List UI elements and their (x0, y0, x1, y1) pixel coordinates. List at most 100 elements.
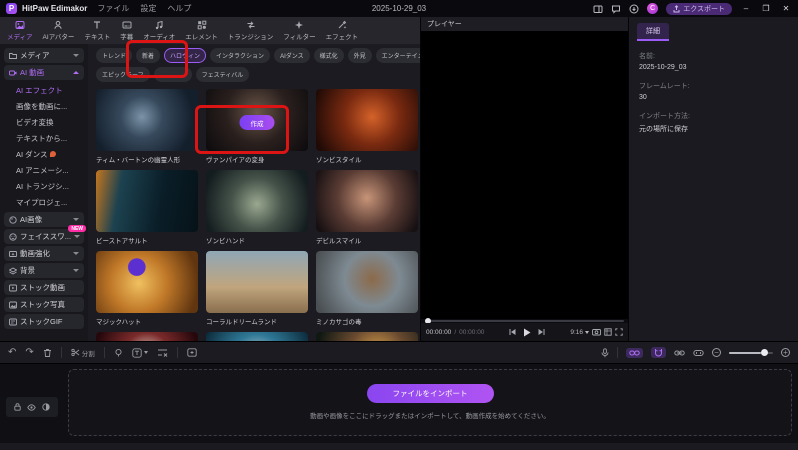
snapshot-icon[interactable] (592, 328, 601, 336)
effect-card-lionfish-poison[interactable]: ミノカサゴの毒 (316, 251, 418, 326)
marker-button[interactable] (114, 348, 123, 357)
effect-card-beast-assault[interactable]: ビーストアサルト (96, 170, 198, 245)
sidebar-item-ai-transition[interactable]: AI トランジシ... (0, 178, 88, 194)
chip-stylize[interactable]: 様式化 (313, 48, 344, 63)
effect-card-magic-hat[interactable]: マジックハット (96, 251, 198, 326)
chip-new[interactable]: 新着 (136, 48, 161, 63)
layout-icon[interactable] (593, 4, 603, 14)
link-clips-button[interactable] (626, 347, 643, 358)
close-button[interactable]: ✕ (780, 4, 792, 13)
effect-card-zombie-style[interactable]: ゾンビスタイル (316, 89, 418, 164)
add-clip-button[interactable] (187, 348, 197, 357)
track-lock-icon[interactable] (14, 403, 21, 411)
import-drop-zone[interactable]: ファイルをインポート 動画や画像をここにドラッグまたはインポートして、動画作成を… (68, 369, 792, 436)
zoom-slider-handle[interactable] (760, 349, 768, 356)
chip-epic-morph[interactable]: エピックモーフ (96, 67, 150, 82)
effect-thumbnail[interactable] (316, 332, 418, 341)
zoom-in-button[interactable]: + (781, 348, 790, 357)
sidebar-item-ai-animation[interactable]: AI アニメーシ... (0, 162, 88, 178)
effect-thumbnail[interactable] (316, 251, 418, 313)
fullscreen-icon[interactable] (615, 328, 623, 336)
effect-card-tim-burton-doll[interactable]: ティム・バートンの幽霊人形 (96, 89, 198, 164)
feedback-icon[interactable] (611, 4, 621, 14)
proportion-icon[interactable] (604, 328, 612, 336)
menu-settings[interactable]: 設定 (140, 3, 156, 14)
effect-card-coral-dreamland[interactable]: コーラルドリームランド (206, 251, 308, 326)
effect-thumbnail[interactable] (96, 332, 198, 341)
split-button[interactable]: 分割 (71, 348, 95, 358)
sidebar-group-media[interactable]: メディア (4, 48, 84, 63)
chip-appearance[interactable]: 外見 (347, 48, 372, 63)
sidebar-group-video-enhance[interactable]: 動画強化 (4, 246, 84, 261)
redo-button[interactable]: ↷ (25, 347, 33, 358)
sidebar-group-stock-photo[interactable]: ストック写真 (4, 297, 84, 312)
player-video-area[interactable] (421, 31, 628, 319)
text-tool-button[interactable] (132, 347, 148, 358)
previous-frame-icon[interactable] (509, 328, 516, 336)
effect-card-vampire[interactable]: 作成 ヴァンパイアの変身 (206, 89, 308, 164)
chip-interaction[interactable]: インタラクション (210, 48, 271, 63)
voiceover-mic-button[interactable] (601, 347, 609, 358)
sidebar-group-background[interactable]: 背景 (4, 263, 84, 278)
track-mute-icon[interactable] (42, 403, 50, 411)
tab-filter[interactable]: フィルター (278, 17, 320, 44)
effect-card-horned-man[interactable] (206, 332, 308, 341)
crop-track-button[interactable] (693, 349, 704, 357)
effect-thumbnail[interactable] (316, 170, 418, 232)
snap-magnet-button[interactable] (651, 347, 666, 358)
tab-subtitle[interactable]: 字幕 (115, 17, 138, 44)
user-avatar[interactable]: C (647, 3, 659, 14)
chip-festival[interactable]: フェスティバル (195, 67, 250, 82)
effect-card-flower-skull[interactable] (316, 332, 418, 341)
sidebar-group-ai-video[interactable]: AI 動画 (4, 65, 84, 80)
sidebar-item-text-to-video[interactable]: テキストから... (0, 130, 88, 146)
chip-obscured[interactable] (153, 67, 192, 82)
effect-thumbnail[interactable] (206, 332, 308, 341)
download-icon[interactable] (629, 4, 639, 14)
sidebar-item-image-to-video[interactable]: 画像を動画に... (0, 98, 88, 114)
auto-ripple-button[interactable] (674, 349, 685, 357)
export-button[interactable]: エクスポート (666, 2, 732, 15)
chip-entertainment[interactable]: エンターテイメント (375, 48, 420, 63)
tab-element[interactable]: エレメント (180, 17, 223, 44)
sidebar-item-video-convert[interactable]: ビデオ変換 (0, 114, 88, 130)
menu-help[interactable]: ヘルプ (167, 3, 191, 14)
delete-button[interactable] (43, 348, 52, 358)
chip-ai-dance[interactable]: AIダンス (274, 48, 310, 63)
import-file-button[interactable]: ファイルをインポート (366, 384, 494, 403)
track-hide-button[interactable] (157, 348, 168, 357)
player-seek-bar[interactable] (425, 318, 624, 324)
sidebar-group-stock-gif[interactable]: ストックGIF (4, 314, 84, 329)
zoom-out-button[interactable]: − (712, 348, 721, 357)
sidebar-item-ai-effect[interactable]: AI エフェクト (0, 82, 88, 98)
sidebar-group-face-swap[interactable]: フェイススワ... NEW (4, 225, 86, 244)
tab-ai-avatar[interactable]: AIアバター (38, 17, 80, 44)
play-icon[interactable] (523, 328, 531, 337)
timeline-horizontal-scrollbar[interactable] (0, 443, 798, 450)
chip-halloween[interactable]: ハロウィン (164, 48, 207, 63)
timeline-zoom-slider[interactable] (729, 349, 773, 356)
next-frame-icon[interactable] (538, 328, 545, 336)
menu-file[interactable]: ファイル (97, 3, 129, 14)
tab-effect[interactable]: エフェクト (321, 17, 364, 44)
minimize-button[interactable]: – (740, 4, 752, 13)
create-button[interactable]: 作成 (239, 115, 275, 130)
chip-trend[interactable]: トレンド (96, 48, 133, 63)
effect-thumbnail[interactable] (96, 251, 198, 313)
timeline-area[interactable]: ファイルをインポート 動画や画像をここにドラッグまたはインポートして、動画作成を… (0, 364, 798, 450)
effect-thumbnail[interactable] (96, 89, 198, 151)
sidebar-item-my-projects[interactable]: マイプロジェ... (0, 194, 88, 210)
effect-thumbnail[interactable] (96, 170, 198, 232)
tab-text[interactable]: テキスト (79, 17, 115, 44)
undo-button[interactable]: ↶ (8, 347, 16, 358)
sidebar-item-ai-dance[interactable]: AI ダンス (0, 146, 88, 162)
maximize-button[interactable]: ❐ (760, 4, 772, 13)
effect-thumbnail[interactable] (316, 89, 418, 151)
tab-transition[interactable]: トランジション (223, 17, 279, 44)
tab-details[interactable]: 詳細 (637, 23, 669, 41)
tab-media[interactable]: メディア (2, 17, 38, 44)
sidebar-group-stock-video[interactable]: ストック動画 (4, 280, 84, 295)
effect-card-devil-smile[interactable]: デビルスマイル (316, 170, 418, 245)
effect-thumbnail[interactable] (206, 251, 308, 313)
track-visibility-icon[interactable] (27, 403, 36, 411)
